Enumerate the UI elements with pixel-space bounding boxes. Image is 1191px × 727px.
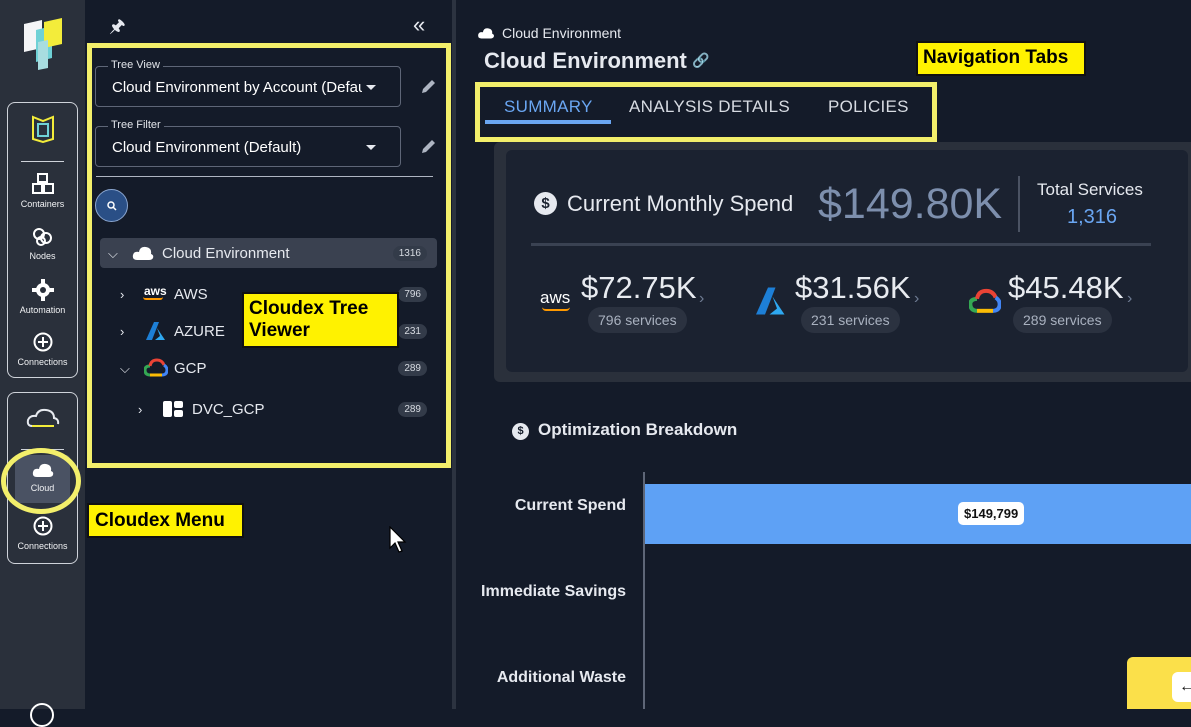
tree-filter-label: Tree Filter bbox=[108, 119, 164, 131]
cloud-icon bbox=[132, 246, 154, 260]
tree-view-label: Tree View bbox=[108, 59, 163, 71]
total-services-value[interactable]: 1,316 bbox=[1067, 206, 1117, 229]
rail-group-main: Containers Nodes Automation Connections bbox=[7, 102, 78, 378]
annotation-menu: Cloudex Menu bbox=[87, 503, 244, 538]
tree-node-count: 289 bbox=[398, 402, 427, 417]
aws-icon: aws bbox=[144, 284, 167, 298]
product-logo-icon[interactable] bbox=[31, 115, 55, 148]
rail-item-containers[interactable]: Containers bbox=[8, 173, 77, 209]
chevron-right-icon[interactable]: › bbox=[120, 287, 124, 302]
tree-node-cloud-environment[interactable]: ⌵ Cloud Environment 1316 bbox=[100, 238, 437, 268]
gcp-icon bbox=[969, 288, 1001, 313]
cloud-icon bbox=[478, 28, 494, 39]
breadcrumb[interactable]: Cloud Environment bbox=[502, 25, 621, 41]
menu-highlight-ring bbox=[1, 448, 81, 514]
nodes-icon bbox=[32, 228, 52, 246]
tree-node-count: 1316 bbox=[392, 246, 427, 261]
chevron-right-icon[interactable]: › bbox=[138, 402, 142, 417]
tree-node-gcp[interactable]: ⌵ GCP 289 bbox=[100, 353, 437, 383]
rail-item-connections-2[interactable]: Connections bbox=[8, 515, 77, 551]
plus-circle-icon bbox=[33, 332, 52, 352]
category-immediate-savings: Immediate Savings bbox=[481, 583, 626, 600]
bar-value-label: $149,799 bbox=[958, 502, 1025, 525]
mouse-cursor-icon bbox=[389, 526, 407, 553]
link-icon[interactable]: 🔗 bbox=[692, 52, 709, 69]
azure-icon bbox=[146, 322, 165, 340]
page-title: Cloud Environment bbox=[484, 48, 687, 73]
tree-node-label: AZURE bbox=[174, 323, 225, 340]
collapse-panel-icon[interactable]: « bbox=[413, 12, 425, 38]
monthly-spend-value: $149.80K bbox=[818, 180, 1003, 228]
tree-node-label: Cloud Environment bbox=[162, 245, 290, 262]
provider-services: 796 services bbox=[588, 307, 687, 333]
cubes-icon bbox=[31, 173, 54, 194]
monthly-spend-label: Current Monthly Spend bbox=[567, 191, 794, 216]
tree-node-label: AWS bbox=[174, 286, 208, 303]
category-current-spend: Current Spend bbox=[514, 497, 626, 514]
chevron-right-icon[interactable]: › bbox=[120, 324, 124, 339]
pin-icon[interactable]: 🖈 bbox=[109, 14, 126, 44]
tree-filter-select[interactable]: Tree Filter Cloud Environment (Default) bbox=[95, 119, 401, 167]
tree-divider bbox=[96, 176, 433, 177]
chevron-down-icon bbox=[366, 85, 376, 90]
tree-panel: 🖈 « Tree View Cloud Environment by Accou… bbox=[85, 0, 452, 709]
project-icon bbox=[163, 401, 183, 417]
chevron-right-icon[interactable]: › bbox=[914, 290, 919, 308]
cloudex-logo-icon[interactable] bbox=[26, 407, 60, 434]
rail-item-connections[interactable]: Connections bbox=[8, 331, 77, 367]
tree-node-dvc-gcp[interactable]: › DVC_GCP 289 bbox=[100, 394, 437, 424]
chevron-down-icon bbox=[366, 145, 376, 150]
search-icon bbox=[107, 201, 117, 211]
optimization-title: Optimization Breakdown bbox=[538, 420, 738, 439]
dollar-icon: $ bbox=[512, 423, 529, 440]
edit-tree-filter-icon[interactable] bbox=[420, 137, 438, 160]
provider-amount: $72.75K bbox=[581, 270, 697, 305]
main-content: Cloud Environment Cloud Environment 🔗 SU… bbox=[456, 0, 1191, 709]
gear-icon bbox=[31, 279, 54, 301]
tree-node-count: 289 bbox=[398, 361, 427, 376]
tree-node-label: DVC_GCP bbox=[192, 401, 265, 418]
rail-item-automation[interactable]: Automation bbox=[8, 279, 77, 315]
provider-amount: $31.56K bbox=[795, 270, 911, 305]
help-icon[interactable] bbox=[30, 703, 54, 727]
tree-search-button[interactable] bbox=[95, 189, 128, 222]
provider-amount: $45.48K bbox=[1008, 270, 1124, 305]
chevron-right-icon[interactable]: › bbox=[699, 290, 704, 308]
annotation-nav-tabs: Navigation Tabs bbox=[916, 41, 1086, 76]
chevron-down-icon[interactable]: ⌵ bbox=[108, 246, 118, 262]
tree-node-label: GCP bbox=[174, 360, 207, 377]
tab-policies[interactable]: POLICIES bbox=[828, 97, 909, 117]
total-services-label: Total Services bbox=[1037, 180, 1143, 199]
provider-services: 231 services bbox=[801, 307, 900, 333]
chevron-right-icon[interactable]: › bbox=[1127, 290, 1132, 308]
provider-services: 289 services bbox=[1013, 307, 1112, 333]
tree-filter-value: Cloud Environment (Default) bbox=[112, 139, 302, 156]
app-nav-rail: Containers Nodes Automation Connections … bbox=[0, 0, 85, 727]
app-logo bbox=[22, 18, 64, 70]
azure-icon bbox=[756, 287, 785, 315]
tab-analysis-details[interactable]: ANALYSIS DETAILS bbox=[629, 97, 790, 117]
tab-summary-underline bbox=[485, 120, 611, 124]
tab-summary[interactable]: SUMMARY bbox=[504, 97, 593, 117]
tree-node-count: 231 bbox=[398, 324, 427, 339]
tree-node-count: 796 bbox=[398, 287, 427, 302]
plus-circle-icon bbox=[33, 516, 52, 536]
tree-view-value: Cloud Environment by Account (Default) bbox=[112, 79, 362, 96]
aws-icon: aws bbox=[540, 288, 571, 307]
edit-tree-view-icon[interactable] bbox=[420, 77, 438, 100]
arrow-left-icon[interactable]: ← bbox=[1172, 672, 1191, 702]
annotation-tree-viewer: Cloudex Tree Viewer bbox=[242, 292, 399, 348]
bar-current-spend[interactable] bbox=[645, 484, 1191, 544]
tree-view-select[interactable]: Tree View Cloud Environment by Account (… bbox=[95, 59, 401, 107]
category-additional-waste: Additional Waste bbox=[496, 669, 626, 686]
chevron-down-icon[interactable]: ⌵ bbox=[120, 361, 130, 377]
rail-item-nodes[interactable]: Nodes bbox=[8, 227, 77, 261]
dollar-icon: $ bbox=[534, 192, 557, 215]
gcp-icon bbox=[144, 358, 168, 377]
